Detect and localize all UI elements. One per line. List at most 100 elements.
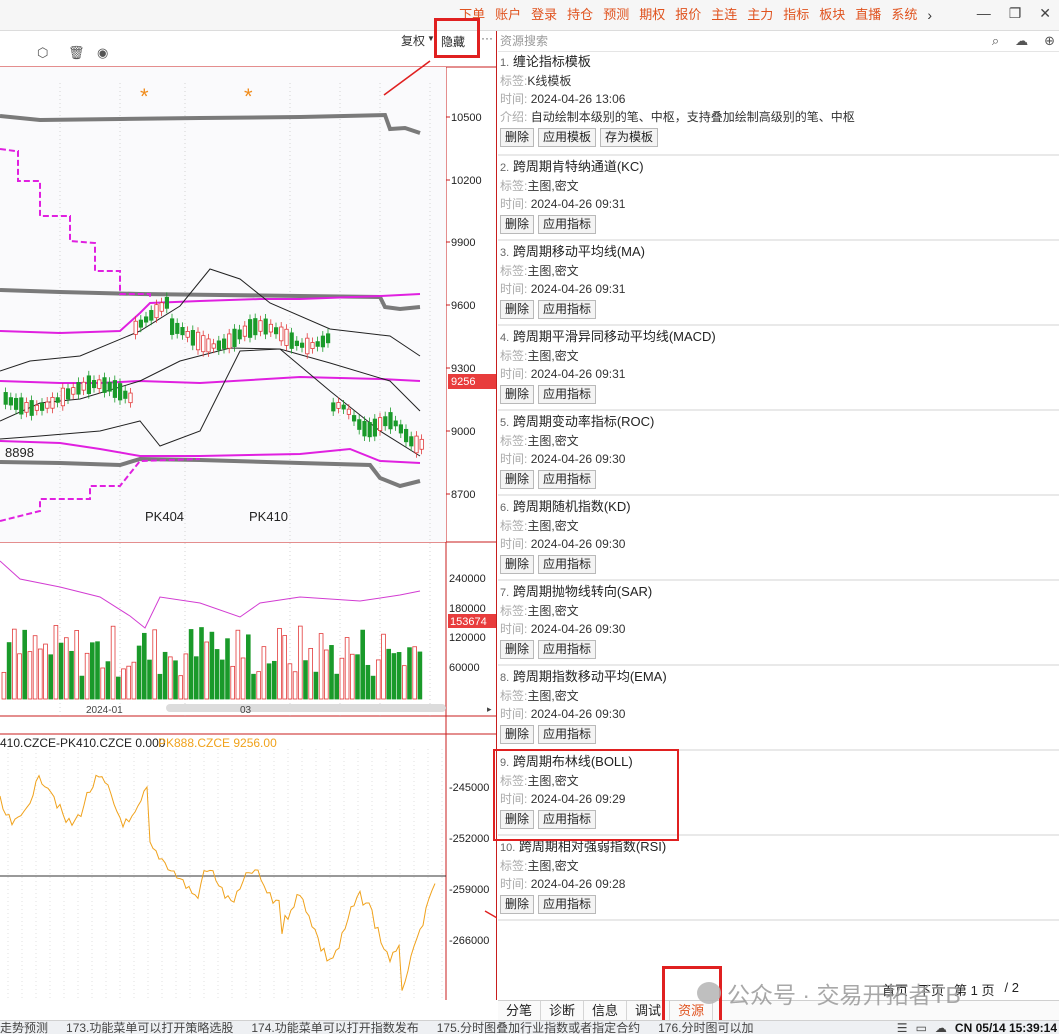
menu-item-6[interactable]: 报价 <box>670 6 706 24</box>
resource-item: 5. 跨周期变动率指标(ROC) 标签:主图,密文 时间: 2024-04-26 0… <box>498 413 1059 496</box>
save-template-button[interactable]: 存为模板 <box>600 128 659 147</box>
candle-body <box>289 332 294 349</box>
resource-index: 3. <box>500 247 510 259</box>
volume-bar <box>318 633 324 700</box>
maximize-icon[interactable]: ❐ <box>1009 5 1022 22</box>
menu-item-3[interactable]: 持仓 <box>562 6 598 24</box>
ticker-item[interactable]: 走势预测 <box>0 1021 48 1034</box>
candle-body <box>393 420 398 427</box>
resource-title[interactable]: 跨周期随机指数(KD) <box>513 499 631 514</box>
candle-body <box>247 319 253 338</box>
tab-0[interactable]: 分笔 <box>498 1001 542 1020</box>
delete-button[interactable]: 删除 <box>500 555 535 574</box>
candle-body <box>81 381 86 391</box>
candle-body <box>154 304 159 319</box>
volume-bar <box>401 665 407 700</box>
resource-time: 2024-04-26 13:06 <box>530 92 626 106</box>
apply-button[interactable]: 应用指标 <box>538 470 597 489</box>
menu-item-8[interactable]: 主力 <box>742 6 778 24</box>
chevron-right-icon[interactable]: › <box>922 6 937 24</box>
resource-item: 3. 跨周期移动平均线(MA) 标签:主图,密文 时间: 2024-04-26 09… <box>498 243 1059 326</box>
tag-key: 标签: <box>500 264 528 278</box>
delete-button[interactable]: 删除 <box>500 895 535 914</box>
volume-bar <box>396 652 402 700</box>
volume-bar <box>214 649 220 700</box>
volume-ma-line <box>0 560 421 629</box>
wechat-logo-icon <box>697 982 721 1004</box>
volume-axis-label: 120000 <box>449 632 486 644</box>
resource-title[interactable]: 跨周期变动率指标(ROC) <box>513 414 655 429</box>
ticker-item[interactable]: 174.功能菜单可以打开指数发布 <box>251 1021 418 1034</box>
resource-title[interactable]: 跨周期抛物线转向(SAR) <box>513 584 652 599</box>
menu-item-5[interactable]: 期权 <box>634 6 670 24</box>
main-menu: 下单 账户 登录 持仓 预测 期权 报价 主连 主力 指标 板块 直播 系统 › <box>454 6 937 24</box>
tag-key: 标签: <box>500 519 528 533</box>
volume-bar <box>105 661 111 700</box>
delete-button[interactable]: 删除 <box>500 128 535 147</box>
resource-title[interactable]: 跨周期肯特纳通道(KC) <box>513 159 644 174</box>
delete-button[interactable]: 删除 <box>500 385 535 404</box>
resource-time: 2024-04-26 09:30 <box>530 707 626 721</box>
minimize-icon[interactable]: — <box>977 5 991 22</box>
apply-button[interactable]: 应用指标 <box>538 895 597 914</box>
menu-item-1[interactable]: 账户 <box>490 6 526 24</box>
resource-time: 2024-04-26 09:31 <box>530 282 626 296</box>
candle-body <box>123 390 128 399</box>
resource-title[interactable]: 跨周期指数移动平均(EMA) <box>513 669 667 684</box>
menu-item-9[interactable]: 指标 <box>778 6 814 24</box>
resource-intro: 自动绘制本级别的笔、中枢，支持叠加绘制高级别的笔、中枢 <box>530 110 855 124</box>
tab-1[interactable]: 诊断 <box>541 1001 585 1020</box>
chat-icon[interactable]: ▭ <box>916 1021 927 1034</box>
search-box-icon[interactable]: ⌕ <box>992 33 999 49</box>
chart-canvas[interactable]: 10500 10200 9900 9600 9300 9000 8700 9256 * * 8898… <box>0 31 497 1000</box>
delete-button[interactable]: 删除 <box>500 300 535 319</box>
resource-search-input[interactable] <box>500 34 800 48</box>
resource-title[interactable]: 缠论指标模板 <box>513 54 591 69</box>
apply-button[interactable]: 应用指标 <box>538 725 597 744</box>
volume-bar <box>11 628 17 700</box>
resource-index: 2. <box>500 162 510 174</box>
menu-item-7[interactable]: 主连 <box>706 6 742 24</box>
scroll-right-icon: ▸ <box>487 704 492 714</box>
menu-item-4[interactable]: 预测 <box>598 6 634 24</box>
delete-button[interactable]: 删除 <box>500 470 535 489</box>
delete-button[interactable]: 删除 <box>500 725 535 744</box>
resource-tag: 主图,密文 <box>527 434 579 448</box>
cloud-icon[interactable]: ☁ <box>1015 33 1028 49</box>
candle-body <box>403 428 409 443</box>
candle-body <box>357 419 362 430</box>
menu-item-11[interactable]: 直播 <box>850 6 886 24</box>
apply-button[interactable]: 应用指标 <box>538 640 597 659</box>
ticker-item[interactable]: 176.分时图可以加 <box>658 1021 753 1034</box>
resource-item: 7. 跨周期抛物线转向(SAR) 标签:主图,密文 时间: 2024-04-26 0… <box>498 583 1059 666</box>
close-icon[interactable]: ✕ <box>1039 5 1051 22</box>
cloud-status-icon[interactable]: ☁ <box>935 1021 947 1034</box>
list-icon[interactable]: ☰ <box>897 1021 908 1034</box>
candle-body <box>372 418 378 437</box>
apply-button[interactable]: 应用指标 <box>538 385 597 404</box>
resource-title[interactable]: 跨周期相对强弱指数(RSI) <box>519 839 666 854</box>
menu-item-10[interactable]: 板块 <box>814 6 850 24</box>
star-mark: * <box>140 84 149 109</box>
ticker-item[interactable]: 175.分时图叠加行业指数或者指定合约 <box>437 1021 640 1034</box>
candle-body <box>40 402 45 411</box>
apply-button[interactable]: 应用指标 <box>538 215 597 234</box>
volume-bar <box>157 673 163 700</box>
candle-body <box>367 422 372 438</box>
menu-item-2[interactable]: 登录 <box>526 6 562 24</box>
resource-item: 8. 跨周期指数移动平均(EMA) 标签:主图,密文 时间: 2024-04-26 … <box>498 668 1059 751</box>
apply-button[interactable]: 应用指标 <box>538 300 597 319</box>
ticker-item[interactable]: 173.功能菜单可以打开策略选股 <box>66 1021 233 1034</box>
menu-item-12[interactable]: 系统 <box>886 6 922 24</box>
add-icon[interactable]: ⊕ <box>1044 33 1055 49</box>
apply-button[interactable]: 应用模板 <box>538 128 597 147</box>
apply-button[interactable]: 应用指标 <box>538 555 597 574</box>
spread-axis-label: -259000 <box>449 884 489 896</box>
tab-2[interactable]: 信息 <box>584 1001 628 1020</box>
candle-body <box>414 435 419 454</box>
resource-title[interactable]: 跨周期移动平均线(MA) <box>513 244 645 259</box>
delete-button[interactable]: 删除 <box>500 215 535 234</box>
resource-title[interactable]: 跨周期平滑异同移动平均线(MACD) <box>513 329 716 344</box>
resource-item: 6. 跨周期随机指数(KD) 标签:主图,密文 时间: 2024-04-26 09:… <box>498 498 1059 581</box>
delete-button[interactable]: 删除 <box>500 640 535 659</box>
